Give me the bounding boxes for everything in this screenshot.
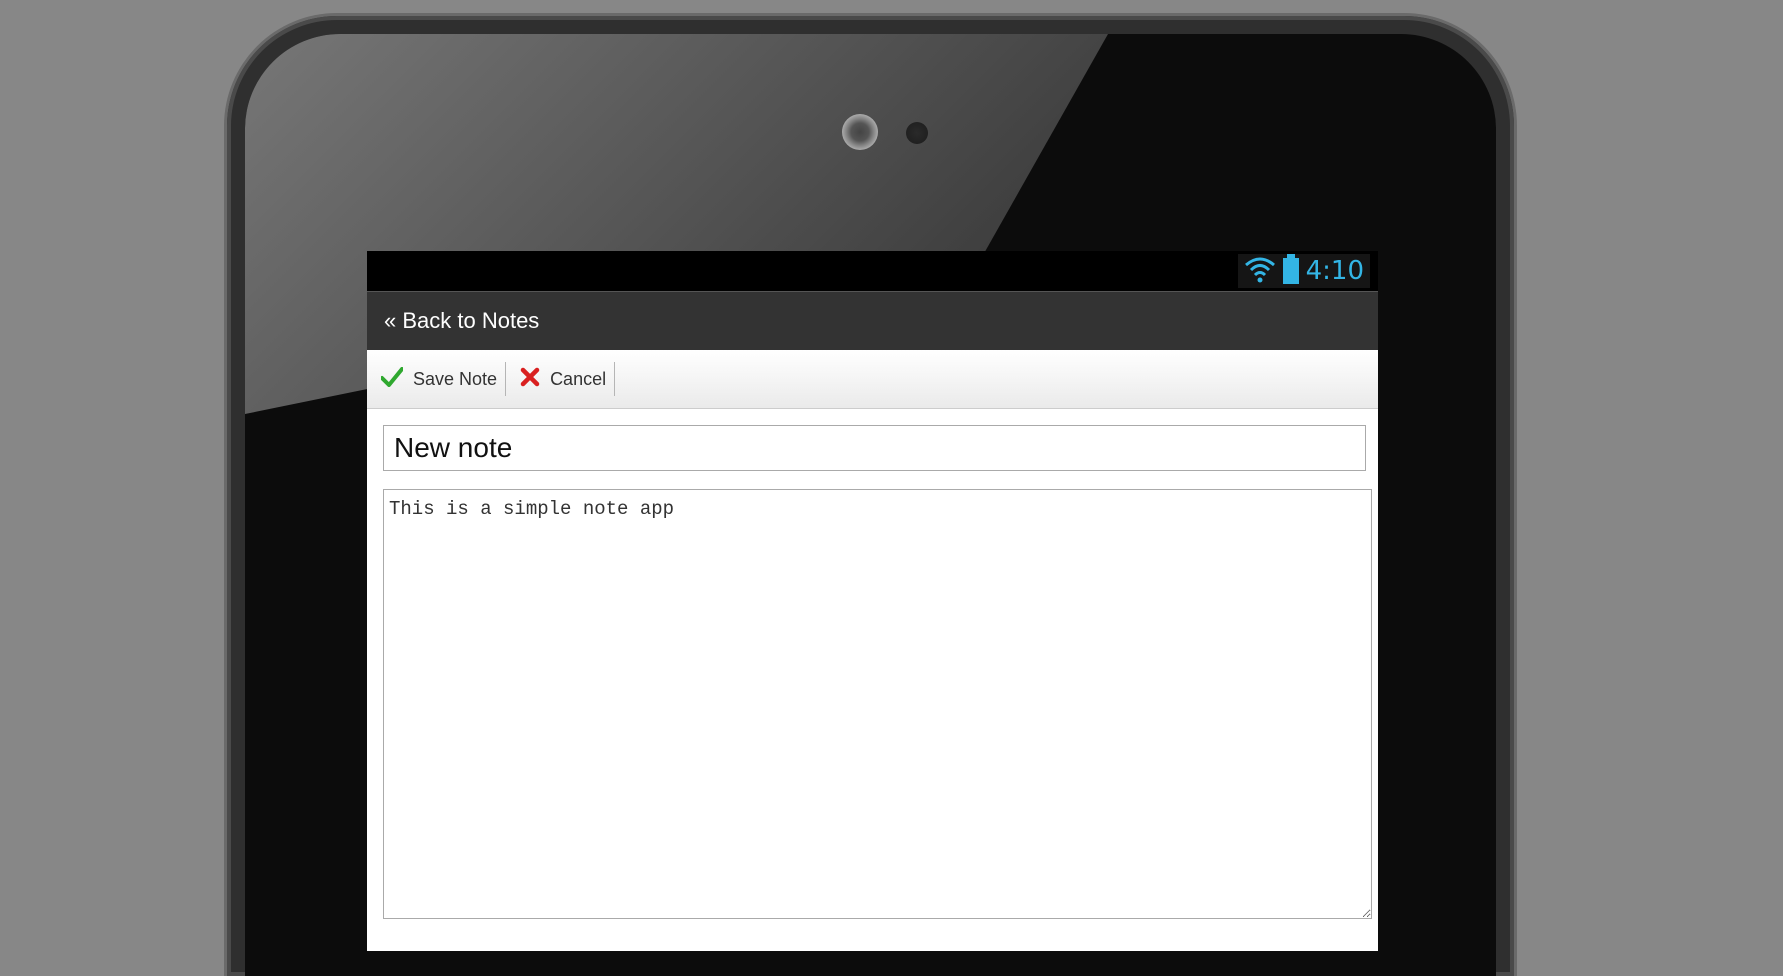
toolbar-divider [614,362,616,396]
front-camera [842,114,878,150]
status-bar: 4:10 [367,251,1378,291]
battery-icon [1282,253,1300,289]
note-body-textarea[interactable]: This is a simple note app [383,489,1372,919]
checkmark-icon [380,366,404,392]
cross-icon [520,367,540,392]
save-note-label: Save Note [413,368,498,389]
cancel-button[interactable]: Cancel [506,350,614,408]
note-title-input[interactable] [383,425,1366,471]
app-header: « Back to Notes [367,291,1378,350]
light-sensor [906,122,928,144]
app-screen: 4:10 « Back to Notes Save Note Cancel Ne… [367,251,1378,951]
status-clock: 4:10 [1305,256,1364,286]
note-editor: This is a simple note app [367,409,1378,919]
cancel-label: Cancel [550,368,607,389]
status-indicators: 4:10 [1237,253,1370,289]
wifi-icon [1244,255,1276,288]
toolbar: Save Note Cancel [367,350,1378,409]
save-note-button[interactable]: Save Note [367,350,505,408]
back-to-notes-link[interactable]: « Back to Notes [384,308,539,334]
